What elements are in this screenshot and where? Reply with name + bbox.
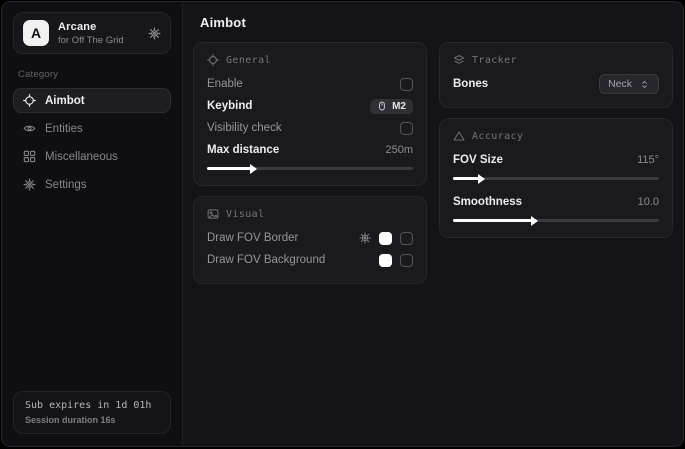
sidebar: A Arcane for Off The Grid Category Aimbo… xyxy=(2,2,183,446)
sidebar-item-label: Aimbot xyxy=(45,95,85,107)
bones-row: Bones Neck xyxy=(453,73,659,95)
accuracy-card: Accuracy FOV Size 115° Smoothness xyxy=(439,118,673,238)
draw-fov-background-row: Draw FOV Background xyxy=(207,249,413,271)
visibility-check-row: Visibility check xyxy=(207,117,413,139)
session-duration: Session duration 16s xyxy=(25,415,159,425)
main-header: Aimbot xyxy=(183,2,683,39)
draw-fov-background-controls xyxy=(379,254,413,267)
slider-thumb[interactable] xyxy=(250,164,257,174)
fov-size-label: FOV Size xyxy=(453,154,503,166)
section-title: Tracker xyxy=(472,55,517,66)
max-distance-label: Max distance xyxy=(207,144,279,156)
keybind-row: Keybind M2 xyxy=(207,95,413,117)
crosshair-icon xyxy=(207,54,219,66)
left-column: General Enable Keybind M2 xyxy=(193,42,427,294)
sidebar-item-aimbot[interactable]: Aimbot xyxy=(13,88,171,113)
app-subtitle: for Off The Grid xyxy=(58,35,139,46)
mouse-icon xyxy=(377,101,387,111)
visibility-check-label: Visibility check xyxy=(207,122,282,134)
app-brand-text: Arcane for Off The Grid xyxy=(58,21,139,46)
keybind-value: M2 xyxy=(392,101,406,112)
smoothness-label: Smoothness xyxy=(453,196,522,208)
gear-icon xyxy=(23,178,36,191)
slider-fill xyxy=(453,219,533,222)
max-distance-value: 250m xyxy=(385,144,413,156)
fov-size-slider[interactable] xyxy=(453,174,659,183)
fov-size-value: 115° xyxy=(637,154,659,166)
max-distance-slider[interactable] xyxy=(207,164,413,173)
draw-fov-border-controls xyxy=(359,232,413,245)
sidebar-item-entities[interactable]: Entities xyxy=(13,116,171,141)
right-column: Tracker Bones Neck xyxy=(439,42,673,248)
layers-icon xyxy=(453,54,465,66)
subscription-card: Sub expires in 1d 01h Session duration 1… xyxy=(13,391,171,434)
crosshair-icon xyxy=(23,94,36,107)
gear-icon[interactable] xyxy=(148,27,161,40)
draw-fov-background-label: Draw FOV Background xyxy=(207,254,325,266)
sidebar-item-miscellaneous[interactable]: Miscellaneous xyxy=(13,144,171,169)
draw-fov-border-checkbox[interactable] xyxy=(400,232,413,245)
bones-label: Bones xyxy=(453,78,488,90)
fov-size-row: FOV Size 115° xyxy=(453,149,659,171)
content: General Enable Keybind M2 xyxy=(183,39,683,304)
app-window: A Arcane for Off The Grid Category Aimbo… xyxy=(1,1,684,447)
accuracy-card-header: Accuracy xyxy=(453,130,659,142)
eye-icon xyxy=(23,122,36,135)
app-name: Arcane xyxy=(58,21,139,33)
bones-selected-value: Neck xyxy=(608,78,632,90)
page-title: Aimbot xyxy=(200,15,666,30)
category-label: Category xyxy=(18,69,166,80)
enable-checkbox[interactable] xyxy=(400,78,413,91)
bones-select[interactable]: Neck xyxy=(599,74,659,94)
visual-card-header: Visual xyxy=(207,208,413,220)
smoothness-slider[interactable] xyxy=(453,216,659,225)
grid-icon xyxy=(23,150,36,163)
visibility-check-checkbox[interactable] xyxy=(400,122,413,135)
keybind-label: Keybind xyxy=(207,100,252,112)
sidebar-item-label: Entities xyxy=(45,123,83,135)
smoothness-value: 10.0 xyxy=(638,196,659,208)
triangle-icon xyxy=(453,130,465,142)
subscription-expiry: Sub expires in 1d 01h xyxy=(25,400,159,411)
draw-fov-border-row: Draw FOV Border xyxy=(207,227,413,249)
enable-row: Enable xyxy=(207,73,413,95)
general-card: General Enable Keybind M2 xyxy=(193,42,427,186)
sidebar-item-label: Settings xyxy=(45,179,87,191)
enable-label: Enable xyxy=(207,78,243,90)
main-panel: Aimbot General Enable xyxy=(183,2,683,446)
draw-fov-border-label: Draw FOV Border xyxy=(207,232,298,244)
app-logo: A xyxy=(23,20,49,46)
app-brand-card: A Arcane for Off The Grid xyxy=(13,12,171,54)
max-distance-row: Max distance 250m xyxy=(207,139,413,161)
smoothness-row: Smoothness 10.0 xyxy=(453,191,659,213)
slider-fill xyxy=(207,167,252,170)
updown-arrows-icon xyxy=(639,79,650,90)
slider-thumb[interactable] xyxy=(478,174,485,184)
section-title: Visual xyxy=(226,209,265,220)
section-title: General xyxy=(226,55,271,66)
tracker-card: Tracker Bones Neck xyxy=(439,42,673,108)
keybind-badge[interactable]: M2 xyxy=(370,99,413,114)
draw-fov-background-checkbox[interactable] xyxy=(400,254,413,267)
general-card-header: General xyxy=(207,54,413,66)
fov-background-color-swatch[interactable] xyxy=(379,254,392,267)
tracker-card-header: Tracker xyxy=(453,54,659,66)
gear-icon[interactable] xyxy=(359,232,371,244)
section-title: Accuracy xyxy=(472,131,523,142)
sidebar-item-settings[interactable]: Settings xyxy=(13,172,171,197)
slider-thumb[interactable] xyxy=(531,216,538,226)
sidebar-item-label: Miscellaneous xyxy=(45,151,118,163)
slider-fill xyxy=(453,177,480,180)
fov-border-color-swatch[interactable] xyxy=(379,232,392,245)
image-icon xyxy=(207,208,219,220)
visual-card: Visual Draw FOV Border Draw xyxy=(193,196,427,284)
